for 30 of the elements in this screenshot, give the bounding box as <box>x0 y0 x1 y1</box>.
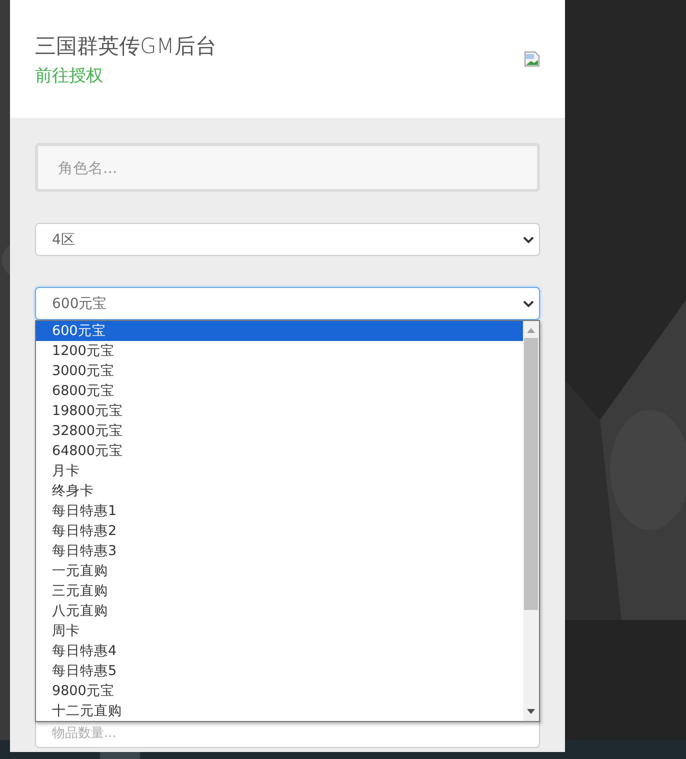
dropdown-option[interactable]: 19800元宝 <box>36 401 523 421</box>
dropdown-option[interactable]: 32800元宝 <box>36 421 523 441</box>
dropdown-option[interactable]: 1200元宝 <box>36 341 523 361</box>
dropdown-option[interactable]: 一元直购 <box>36 561 523 581</box>
broken-image-icon <box>524 51 540 67</box>
dropdown-option[interactable]: 6800元宝 <box>36 381 523 401</box>
dropdown-option[interactable]: 每日特惠3 <box>36 541 523 561</box>
item-select[interactable]: 600元宝 <box>35 287 540 320</box>
role-name-field[interactable]: 角色名... <box>35 143 540 192</box>
chevron-down-icon <box>523 236 534 244</box>
scroll-up-icon[interactable] <box>527 327 535 333</box>
scroll-down-icon[interactable] <box>527 709 535 715</box>
dropdown-option[interactable]: 每日特惠5 <box>36 661 523 681</box>
dropdown-option[interactable]: 终身卡 <box>36 481 523 501</box>
dropdown-option[interactable]: 十二元直购 <box>36 701 523 721</box>
scrollbar[interactable] <box>523 321 539 721</box>
dropdown-option[interactable]: 每日特惠1 <box>36 501 523 521</box>
dropdown-option[interactable]: 9800元宝 <box>36 681 523 701</box>
page-title: 三国群英传GM后台 <box>35 32 216 60</box>
dropdown-option[interactable]: 每日特惠4 <box>36 641 523 661</box>
dropdown-option[interactable]: 周卡 <box>36 621 523 641</box>
dropdown-option[interactable]: 三元直购 <box>36 581 523 601</box>
dropdown-option[interactable]: 月卡 <box>36 461 523 481</box>
dropdown-option[interactable]: 3000元宝 <box>36 361 523 381</box>
server-select[interactable]: 4区 <box>35 223 540 256</box>
dropdown-option[interactable]: 64800元宝 <box>36 441 523 461</box>
chevron-down-icon <box>523 300 534 308</box>
dropdown-option[interactable]: 每日特惠2 <box>36 521 523 541</box>
dropdown-option[interactable]: 八元直购 <box>36 601 523 621</box>
dropdown-option[interactable]: 600元宝 <box>36 321 523 341</box>
